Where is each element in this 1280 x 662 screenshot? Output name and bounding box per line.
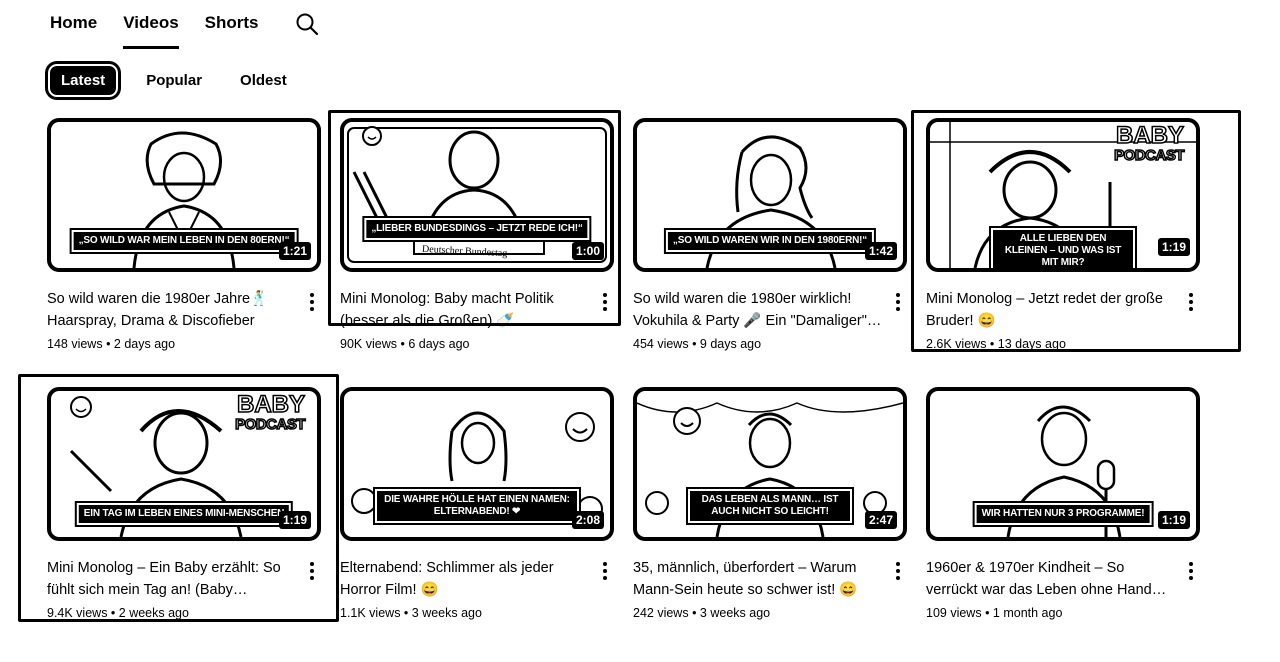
view-count: 90K views bbox=[340, 337, 397, 351]
view-count: 454 views bbox=[633, 337, 689, 351]
duration-badge: 1:19 bbox=[1157, 238, 1190, 256]
video-card[interactable]: BABY PODCAST Ein Tag im Leben eines Mini-… bbox=[47, 387, 321, 620]
separator: • bbox=[102, 337, 114, 351]
separator: • bbox=[688, 337, 700, 351]
video-thumbnail[interactable]: BABY PODCAST Ein Tag im Leben eines Mini-… bbox=[47, 387, 321, 541]
more-options-icon[interactable] bbox=[303, 557, 321, 620]
video-card[interactable]: BABY PODCAST Alle lieben den Kleinen – un… bbox=[926, 118, 1200, 351]
video-grid: „So wild war mein Leben in den 80ern!“ 1… bbox=[47, 118, 1200, 620]
duration-badge: 1:19 bbox=[278, 511, 311, 529]
view-count: 2.6K views bbox=[926, 337, 987, 351]
video-stats: 148 views • 2 days ago bbox=[47, 337, 297, 351]
channel-tabs: Home Videos Shorts bbox=[50, 0, 285, 49]
video-card[interactable]: „So wild war mein Leben in den 80ern!“ 1… bbox=[47, 118, 321, 351]
video-title[interactable]: Mini Monolog – Ein Baby erzählt: So fühl… bbox=[47, 557, 297, 601]
view-count: 148 views bbox=[47, 337, 103, 351]
thumbnail-caption: Ein Tag im Leben eines Mini-Menschen bbox=[76, 503, 292, 525]
upload-age: 9 days ago bbox=[699, 337, 762, 351]
video-card[interactable]: Wir hatten nur 3 Programme! 1:19 1960er … bbox=[926, 387, 1200, 620]
upload-age: 2 weeks ago bbox=[118, 606, 189, 620]
more-options-icon[interactable] bbox=[889, 557, 907, 620]
thumbnail-caption: Alle lieben den Kleinen – und was ist mi… bbox=[991, 228, 1135, 268]
video-thumbnail[interactable]: Das Leben als Mann… ist auch nicht so le… bbox=[633, 387, 907, 541]
duration-badge: 1:21 bbox=[278, 242, 311, 260]
video-stats: 109 views • 1 month ago bbox=[926, 606, 1176, 620]
upload-age: 6 days ago bbox=[408, 337, 470, 351]
video-card[interactable]: Die wahre Hölle hat einen Namen: Elterna… bbox=[340, 387, 614, 620]
duration-badge: 2:47 bbox=[864, 511, 897, 529]
video-stats: 90K views • 6 days ago bbox=[340, 337, 590, 351]
view-count: 109 views bbox=[926, 606, 982, 620]
more-options-icon[interactable] bbox=[596, 557, 614, 620]
chip-popular[interactable]: Popular bbox=[146, 72, 202, 89]
view-count: 1.1K views bbox=[340, 606, 401, 620]
video-stats: 454 views • 9 days ago bbox=[633, 337, 883, 351]
more-options-icon[interactable] bbox=[303, 288, 321, 351]
duration-badge: 2:08 bbox=[571, 511, 604, 529]
baby-podcast-logo: BABY PODCAST bbox=[234, 391, 306, 434]
video-stats: 242 views • 3 weeks ago bbox=[633, 606, 883, 620]
video-stats: 9.4K views • 2 weeks ago bbox=[47, 606, 297, 620]
video-title[interactable]: 1960er & 1970er Kindheit – So verrückt w… bbox=[926, 557, 1176, 601]
video-thumbnail[interactable]: „So wild waren wir in den 1980ern!“ 1:42 bbox=[633, 118, 907, 272]
thumbnail-caption: Das Leben als Mann… ist auch nicht so le… bbox=[688, 489, 852, 523]
video-stats: 2.6K views • 13 days ago bbox=[926, 337, 1176, 351]
separator: • bbox=[688, 606, 700, 620]
upload-age: 1 month ago bbox=[992, 606, 1063, 620]
duration-badge: 1:19 bbox=[1157, 511, 1190, 529]
thumbnail-caption: „So wild waren wir in den 1980ern!“ bbox=[665, 230, 875, 252]
video-thumbnail[interactable]: Wir hatten nur 3 Programme! 1:19 bbox=[926, 387, 1200, 541]
upload-age: 13 days ago bbox=[997, 337, 1066, 351]
video-card[interactable]: Deutscher Bundestag „Lieber Bundesdings … bbox=[340, 118, 614, 351]
video-card[interactable]: „So wild waren wir in den 1980ern!“ 1:42… bbox=[633, 118, 907, 351]
video-title[interactable]: Mini Monolog – Jetzt redet der große Bru… bbox=[926, 288, 1176, 332]
video-title[interactable]: Mini Monolog: Baby macht Politik (besser… bbox=[340, 288, 590, 332]
more-options-icon[interactable] bbox=[889, 288, 907, 351]
thumbnail-caption: „Lieber Bundesdings – jetzt rede ich!“ bbox=[364, 218, 590, 240]
separator: • bbox=[981, 606, 993, 620]
tab-shorts[interactable]: Shorts bbox=[205, 0, 259, 46]
more-options-icon[interactable] bbox=[596, 288, 614, 351]
video-title[interactable]: So wild waren die 1980er wirklich! Vokuh… bbox=[633, 288, 883, 332]
separator: • bbox=[986, 337, 998, 351]
video-thumbnail[interactable]: Die wahre Hölle hat einen Namen: Elterna… bbox=[340, 387, 614, 541]
video-title[interactable]: Elternabend: Schlimmer als jeder Horror … bbox=[340, 557, 590, 601]
tab-home[interactable]: Home bbox=[50, 0, 97, 46]
video-title[interactable]: So wild waren die 1980er Jahre🕺 Haarspra… bbox=[47, 288, 297, 332]
tab-videos[interactable]: Videos bbox=[123, 0, 179, 49]
more-options-icon[interactable] bbox=[1182, 557, 1200, 620]
upload-age: 2 days ago bbox=[113, 337, 176, 351]
video-thumbnail[interactable]: „So wild war mein Leben in den 80ern!“ 1… bbox=[47, 118, 321, 272]
separator: • bbox=[107, 606, 119, 620]
thumbnail-caption: Die wahre Hölle hat einen Namen: Elterna… bbox=[375, 489, 579, 523]
upload-age: 3 weeks ago bbox=[411, 606, 482, 620]
upload-age: 3 weeks ago bbox=[699, 606, 771, 620]
sort-chips: Latest Popular Oldest bbox=[47, 66, 325, 95]
video-thumbnail[interactable]: Deutscher Bundestag „Lieber Bundesdings … bbox=[340, 118, 614, 272]
thumbnail-caption: „So wild war mein Leben in den 80ern!“ bbox=[71, 230, 297, 252]
view-count: 242 views bbox=[633, 606, 689, 620]
chip-oldest[interactable]: Oldest bbox=[240, 72, 287, 89]
duration-badge: 1:00 bbox=[571, 242, 604, 260]
search-icon[interactable] bbox=[295, 12, 319, 36]
view-count: 9.4K views bbox=[47, 606, 108, 620]
video-stats: 1.1K views • 3 weeks ago bbox=[340, 606, 590, 620]
video-title[interactable]: 35, männlich, überfordert – Warum Mann-S… bbox=[633, 557, 883, 601]
thumbnail-caption: Wir hatten nur 3 Programme! bbox=[974, 503, 1152, 525]
separator: • bbox=[396, 337, 409, 351]
separator: • bbox=[400, 606, 412, 620]
more-options-icon[interactable] bbox=[1182, 288, 1200, 351]
video-card[interactable]: Das Leben als Mann… ist auch nicht so le… bbox=[633, 387, 907, 620]
chip-latest[interactable]: Latest bbox=[50, 66, 117, 95]
duration-badge: 1:42 bbox=[864, 242, 897, 260]
video-thumbnail[interactable]: BABY PODCAST Alle lieben den Kleinen – un… bbox=[926, 118, 1200, 272]
baby-podcast-logo: BABY PODCAST bbox=[1113, 122, 1185, 165]
